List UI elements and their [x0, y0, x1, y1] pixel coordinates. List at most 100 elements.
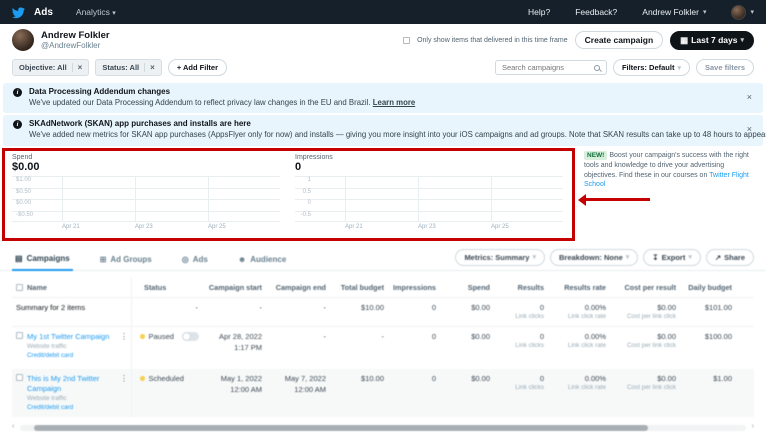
search-icon	[593, 64, 600, 71]
export-icon: ↧	[652, 252, 659, 262]
tab-ad-groups[interactable]: ⊞ Ad Groups	[97, 255, 155, 270]
campaign-start: Apr 28, 2022 1:17 PM	[219, 332, 262, 352]
filter-chip-objective[interactable]: Objective: All ×	[12, 59, 90, 76]
payment-method-link[interactable]: Credit/debit card	[27, 351, 109, 360]
ads-brand-label[interactable]: Ads	[34, 7, 53, 18]
filter-bar: Objective: All × Status: All × + Add Filte…	[0, 55, 766, 81]
account-name: Andrew Folkler	[41, 29, 110, 41]
search-campaigns-box	[494, 60, 607, 75]
chevron-down-icon: ▾	[625, 254, 630, 262]
create-campaign-button[interactable]: Create campaign	[574, 31, 664, 49]
account-header: Andrew Folkler @AndrewFolkler Only show …	[0, 24, 766, 55]
x-tick: Apr 21	[345, 224, 363, 231]
close-icon[interactable]: ×	[747, 125, 752, 134]
feedback-link[interactable]: Feedback?	[575, 7, 617, 17]
banner-title: Data Processing Addendum changes	[29, 87, 171, 96]
new-badge: NEW!	[584, 151, 608, 161]
campaign-link[interactable]: My 1st Twitter Campaign	[27, 332, 109, 342]
results: 0 Link clicks	[515, 374, 544, 392]
campaign-objective: Website traffic	[27, 342, 67, 350]
close-icon[interactable]: ×	[144, 63, 155, 72]
export-button[interactable]: ↧ Export ▾	[643, 248, 701, 266]
close-icon[interactable]: ×	[71, 63, 82, 72]
scroll-right-icon[interactable]: ›	[752, 423, 754, 430]
campaign-link[interactable]: This is My 2nd Twitter Campaign	[27, 374, 127, 394]
summary-impressions: 0	[431, 302, 436, 312]
summary-cost-per-result: $0.00 Cost per link click	[627, 302, 676, 320]
campaign-toggle[interactable]	[181, 332, 199, 342]
metrics-dropdown[interactable]: Metrics: Summary ▾	[455, 248, 545, 266]
table-row-summary: Summary for 2 items - - - $10.00 0 $0.00…	[12, 297, 754, 328]
scrollbar-thumb[interactable]	[34, 425, 648, 432]
impressions-chart: Impressions 0 1 0.5 0 -0.5 Apr 21 Apr 23…	[295, 154, 572, 238]
campaign-objective: Website traffic	[27, 394, 67, 402]
scrollbar-track[interactable]	[20, 425, 746, 432]
impressions-chart-grid: 1 0.5 0 -0.5 Apr 21 Apr 23 Apr 25	[295, 176, 563, 230]
calendar-icon: ▦	[680, 34, 689, 45]
close-icon[interactable]: ×	[747, 93, 752, 102]
top-navbar: Ads Analytics ▾ Help? Feedback? Andrew F…	[0, 0, 766, 24]
summary-total-budget: $10.00	[361, 302, 384, 312]
summary-spend: $0.00	[471, 302, 490, 312]
x-tick: Apr 25	[491, 224, 509, 231]
banner-data-processing: i Data Processing Addendum changes We've…	[3, 83, 763, 114]
y-tick: 0	[307, 200, 311, 207]
tab-audience[interactable]: ☻ Audience	[235, 255, 289, 270]
search-input[interactable]	[501, 63, 590, 72]
banner-title: SKAdNetwork (SKAN) app purchases and ins…	[29, 119, 251, 129]
delivered-filter-checkbox[interactable]	[403, 36, 411, 44]
breakdown-dropdown[interactable]: Breakdown: None ▾	[549, 248, 639, 266]
x-tick: Apr 23	[418, 224, 436, 231]
audience-icon: ☻	[237, 254, 247, 264]
spend-chart: Spend $0.00 $1.00 $0.50 $0.00 -$0.50 Apr…	[12, 154, 289, 238]
help-link[interactable]: Help?	[528, 7, 550, 17]
column-campaign-end: Campaign end	[275, 282, 326, 292]
twitter-logo-icon[interactable]	[12, 6, 25, 19]
column-cost-per-result: Cost per result	[624, 282, 677, 292]
select-all-checkbox[interactable]	[16, 283, 23, 291]
column-results-rate: Results rate	[564, 282, 606, 292]
campaign-end: -	[323, 332, 327, 342]
analytics-menu[interactable]: Analytics ▾	[76, 7, 116, 17]
summary-results: 0 Link clicks	[515, 302, 544, 320]
campaign-status: Scheduled	[132, 369, 202, 388]
impressions-chart-title: Impressions	[295, 153, 333, 161]
add-filter-button[interactable]: + Add Filter	[167, 59, 227, 76]
save-filters-button[interactable]: Save filters	[695, 59, 754, 76]
y-tick: -0.5	[300, 211, 311, 218]
row-checkbox[interactable]	[16, 374, 23, 382]
payment-method-link[interactable]: Credit/debit card	[27, 403, 127, 412]
filter-chip-status[interactable]: Status: All ×	[95, 59, 162, 76]
chevron-down-icon: ▾	[740, 37, 744, 44]
learn-more-link[interactable]: Learn more	[373, 98, 415, 107]
account-identity: Andrew Folkler @AndrewFolkler	[41, 30, 110, 50]
row-menu-icon[interactable]: ⋮	[120, 332, 128, 341]
spend-chart-value: $0.00	[12, 160, 40, 173]
avatar-menu[interactable]: ▾	[731, 4, 754, 20]
campaign-name-cell: This is My 2nd Twitter Campaign Website …	[12, 369, 132, 418]
campaign-end: May 7, 2022 12:00 AM	[284, 374, 326, 394]
table-row: My 1st Twitter Campaign Website traffic …	[12, 327, 754, 370]
filters-preset-button[interactable]: Filters: Default ▾	[612, 59, 690, 76]
share-button[interactable]: ↗ Share	[705, 248, 754, 266]
column-impressions: Impressions	[393, 282, 436, 292]
avatar	[731, 4, 747, 20]
y-tick: -$0.50	[16, 211, 34, 218]
account-menu[interactable]: Andrew Folkler ▾	[642, 7, 706, 17]
tab-ads[interactable]: ◎ Ads	[179, 255, 211, 270]
tab-campaigns[interactable]: ▤ Campaigns	[12, 254, 73, 271]
daily-budget: $100.00	[704, 332, 732, 342]
ads-icon: ◎	[181, 254, 189, 264]
impressions: 0	[431, 332, 436, 342]
campaign-name-cell: My 1st Twitter Campaign Website traffic …	[12, 327, 132, 370]
date-range-button[interactable]: ▦ Last 7 days ▾	[670, 30, 754, 50]
scroll-left-icon[interactable]: ‹	[12, 423, 14, 430]
ad-groups-icon: ⊞	[99, 254, 107, 264]
table-header-row: Name Status Campaign start Campaign end …	[12, 276, 754, 298]
y-tick: $0.50	[16, 188, 32, 195]
campaigns-icon: ▤	[15, 253, 23, 263]
summary-start: -	[259, 302, 263, 312]
y-tick: 0.5	[302, 188, 311, 195]
row-checkbox[interactable]	[16, 332, 23, 340]
row-menu-icon[interactable]: ⋮	[120, 374, 128, 383]
